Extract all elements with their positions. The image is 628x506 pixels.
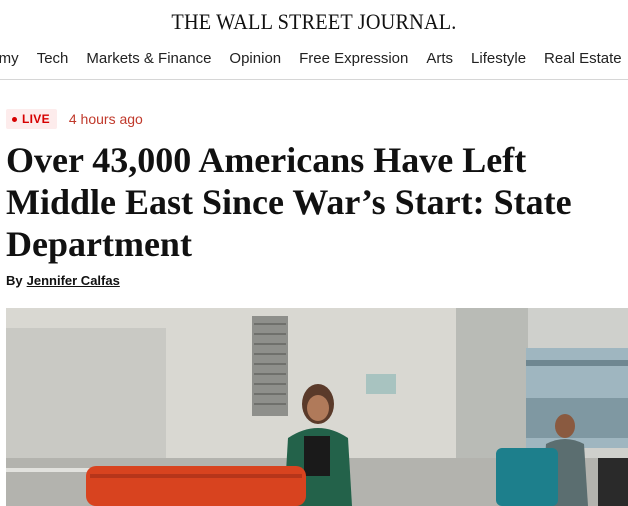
nav-divider bbox=[0, 79, 628, 80]
byline-prefix: By bbox=[6, 273, 23, 288]
live-label: LIVE bbox=[22, 112, 50, 126]
article-timestamp: 4 hours ago bbox=[68, 111, 143, 127]
wsj-logo[interactable]: THE WALL STREET JOURNAL. bbox=[171, 9, 456, 35]
nav-item-free-expression[interactable]: Free Expression bbox=[299, 50, 408, 67]
live-dot-icon bbox=[12, 116, 17, 122]
nav-item-tech[interactable]: Tech bbox=[37, 50, 69, 67]
nav-item-real-estate[interactable]: Real Estate bbox=[544, 50, 622, 67]
article-headline: Over 43,000 Americans Have Left Middle E… bbox=[6, 140, 572, 264]
masthead: THE WALL STREET JOURNAL. bbox=[0, 0, 628, 40]
nav-item-economy[interactable]: nomy bbox=[0, 50, 19, 67]
author-link[interactable]: Jennifer Calfas bbox=[27, 273, 120, 288]
section-nav: nomy Tech Markets & Finance Opinion Free… bbox=[0, 46, 628, 74]
article-hero-photo[interactable] bbox=[6, 308, 628, 506]
byline: By Jennifer Calfas bbox=[6, 273, 120, 288]
live-badge: LIVE bbox=[6, 109, 57, 129]
nav-item-markets-finance[interactable]: Markets & Finance bbox=[86, 50, 211, 67]
live-status-row: LIVE 4 hours ago bbox=[6, 109, 143, 129]
nav-item-arts[interactable]: Arts bbox=[426, 50, 453, 67]
hero-photo-illustration bbox=[6, 308, 628, 506]
nav-item-lifestyle[interactable]: Lifestyle bbox=[471, 50, 526, 67]
nav-item-opinion[interactable]: Opinion bbox=[229, 50, 281, 67]
